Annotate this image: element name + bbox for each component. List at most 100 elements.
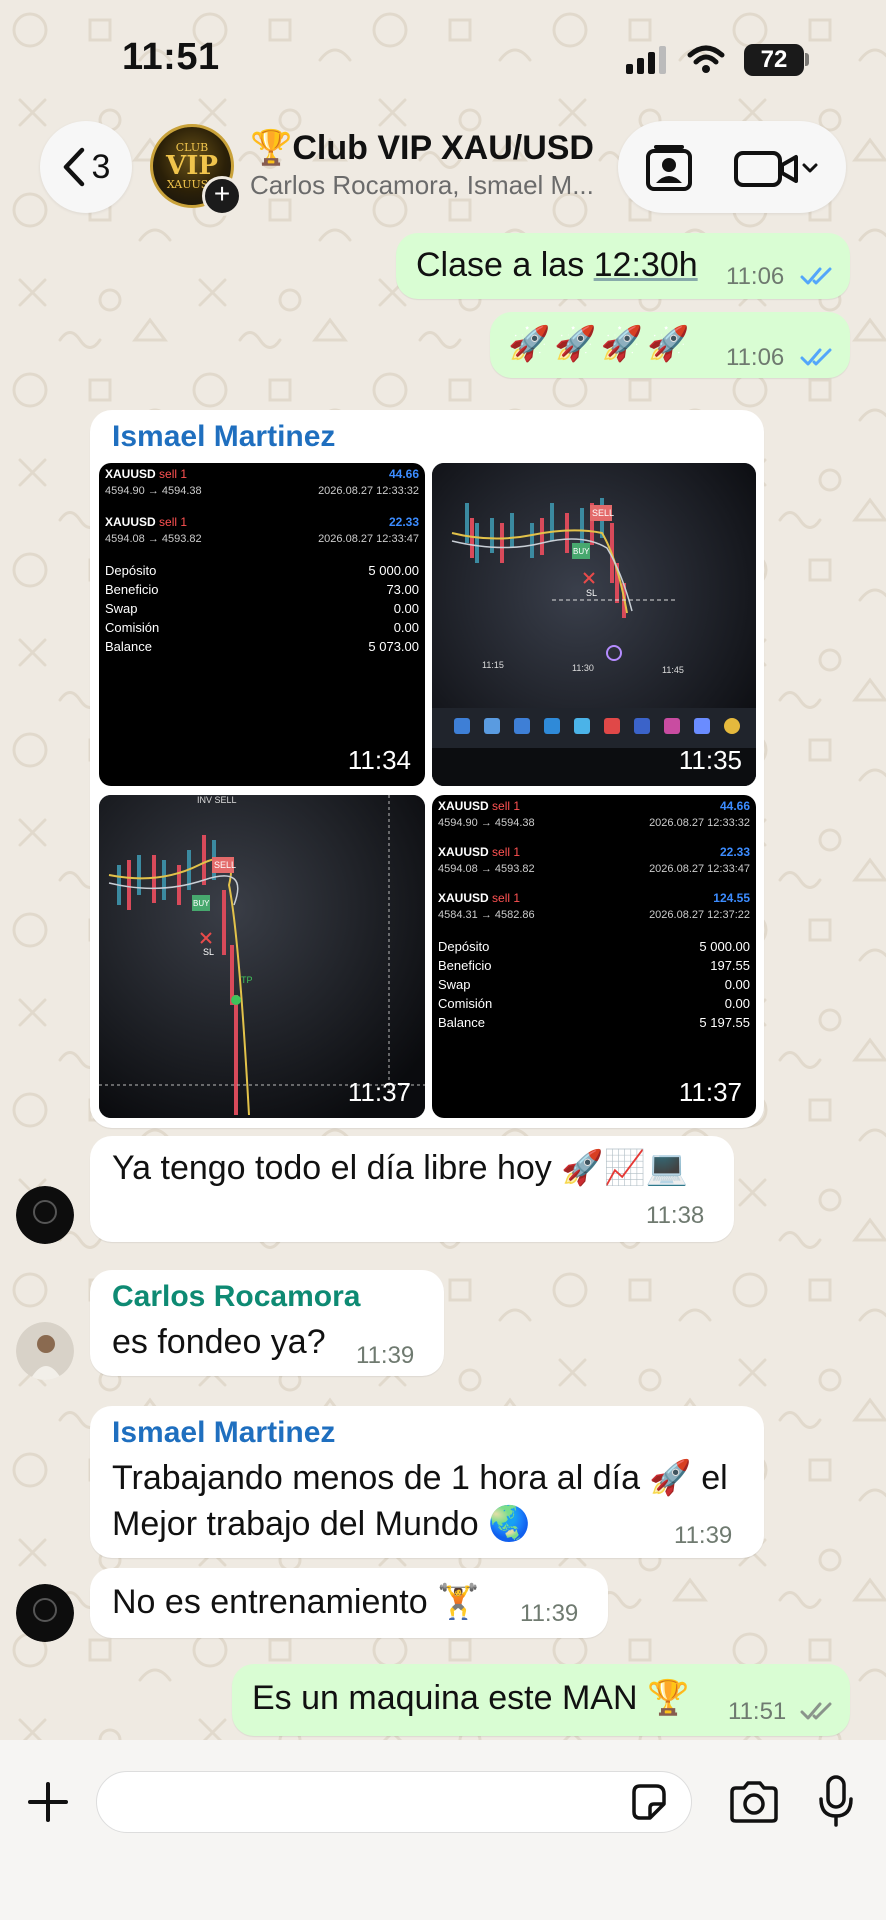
photo-album-message[interactable]: Ismael Martinez XAUUSD sell 1 44.66 4594.… [90,410,764,1128]
chart-photo: INV SELL SELL BUY SL TP [99,795,425,1118]
video-call-icon[interactable] [734,149,824,189]
trade-symbol: XAUUSD [105,515,156,529]
cellular-signal-icon [626,46,666,74]
trade-profit: 124.55 [713,891,750,905]
trade-date: 2026.08.27 12:33:32 [649,817,750,829]
trade-side: sell 1 [492,845,521,859]
chart-sl-label: SL [586,588,597,598]
outgoing-message[interactable]: Clase a las 12:30h 11:06 [396,233,850,299]
outgoing-message[interactable]: 🚀🚀🚀🚀 11:06 [490,312,850,378]
microphone-icon[interactable] [818,1774,854,1828]
summary-value: 0.00 [724,977,750,992]
message-time: 11:06 [726,263,785,290]
trade-symbol: XAUUSD [438,799,489,813]
message-time: 11:06 [726,344,785,371]
summary-key: Swap [438,977,471,992]
camera-icon[interactable] [728,1780,780,1824]
trade-date: 2026.08.27 12:33:47 [318,533,419,545]
summary-value: 5 197.55 [699,1015,750,1030]
avatar[interactable] [16,1186,74,1244]
summary-key: Comisión [105,620,160,635]
header-actions [618,121,846,213]
avatar-text-2: VIP [166,151,218,181]
read-ticks-icon [800,267,832,285]
unread-count: 3 [91,147,111,186]
time-link[interactable]: 12:30h [594,246,698,284]
avatar[interactable] [16,1584,74,1642]
trade-side: sell 1 [159,467,188,481]
trade-prices: 4594.90 → 4594.38 [105,485,202,497]
incoming-message[interactable]: No es entrenamiento 🏋️ 11:39 [90,1568,608,1638]
summary-value: 5 000.00 [699,939,750,954]
summary-value: 5 000.00 [368,563,419,578]
summary-value: 73.00 [386,582,419,597]
trade-side: sell 1 [159,515,188,529]
photo-time: 11:37 [678,1077,742,1107]
chat-title-text: Club VIP XAU/USD [292,129,594,167]
chat-title[interactable]: 🏆Club VIP XAU/USD [250,128,594,168]
trade-report: XAUUSD sell 1 44.66 4594.90 → 4594.38 2026… [432,795,756,1118]
message-text: No es entrenamiento 🏋️ [112,1583,480,1621]
chart-tick-label: 11:15 [482,660,504,670]
summary-value: 5 073.00 [368,639,419,654]
chart-inv-label: INV SELL [197,795,237,805]
sticker-icon[interactable] [628,1782,668,1822]
photo-time: 11:37 [347,1077,411,1107]
incoming-message[interactable]: Ismael Martinez Trabajando menos de 1 ho… [90,1406,764,1558]
album-photo[interactable]: INV SELL SELL BUY SL TP 11:37 [99,795,425,1118]
chart-buy-label: BUY [573,547,590,556]
delivered-ticks-icon [800,1702,832,1720]
trade-symbol: XAUUSD [105,467,156,481]
summary-value: 0.00 [393,601,419,616]
trade-date: 2026.08.27 12:33:32 [318,485,419,497]
trade-profit: 44.66 [388,467,419,481]
trade-date: 2026.08.27 12:33:47 [649,863,750,875]
read-ticks-icon [800,348,832,366]
trade-prices: 4594.90 → 4594.38 [438,817,535,829]
battery-indicator: 72 [744,44,804,76]
incoming-message[interactable]: Carlos Rocamora es fondeo ya? 11:39 [90,1270,444,1376]
avatar[interactable] [16,1322,74,1380]
contact-card-icon[interactable] [644,143,694,193]
summary-key: Comisión [438,996,493,1011]
chart-sell-label: SELL [214,860,236,870]
album-photo[interactable]: XAUUSD sell 1 44.66 4594.90 → 4594.38 2026… [99,463,425,786]
trade-prices: 4594.08 → 4593.82 [105,533,202,545]
battery-tip [805,53,809,66]
incoming-message[interactable]: Ya tengo todo el día libre hoy 🚀📈💻 11:38 [90,1136,734,1242]
trade-prices: 4584.31 → 4582.86 [438,909,535,921]
trade-profit: 22.33 [719,845,750,859]
sender-name[interactable]: Carlos Rocamora [112,1278,360,1316]
message-time: 11:38 [646,1202,705,1229]
summary-key: Swap [105,601,138,616]
album-photo[interactable]: SELL BUY SL 11:15 11:30 11:45 11:35 [432,463,756,786]
outgoing-message[interactable]: Es un maquina este MAN 🏆 11:51 [232,1664,850,1736]
message-time: 11:51 [728,1698,787,1725]
trade-prices: 4594.08 → 4593.82 [438,863,535,875]
trade-report: XAUUSD sell 1 44.66 4594.90 → 4594.38 2026… [99,463,425,786]
message-text: Clase a las 12:30h [416,243,698,287]
sender-name[interactable]: Ismael Martinez [112,418,335,456]
message-text: Ya tengo todo el día libre hoy 🚀📈💻 [112,1149,689,1187]
message-input[interactable] [96,1771,692,1833]
chat-participants[interactable]: Carlos Rocamora, Ismael M... [250,170,594,201]
trade-side: sell 1 [492,799,521,813]
summary-value: 0.00 [724,996,750,1011]
add-participant-icon[interactable]: + [202,176,242,216]
album-photo[interactable]: XAUUSD sell 1 44.66 4594.90 → 4594.38 2026… [432,795,756,1118]
trade-profit: 44.66 [719,799,750,813]
trade-symbol: XAUUSD [438,891,489,905]
sender-name[interactable]: Ismael Martinez [112,1414,335,1452]
plus-icon[interactable] [26,1780,70,1824]
chart-sell-label: SELL [592,508,614,518]
back-button[interactable]: 3 [40,121,132,213]
message-text-line: Trabajando menos de 1 hora al día 🚀 el [112,1459,728,1497]
summary-key: Depósito [105,563,157,578]
message-text-line: Mejor trabajo del Mundo 🌏 [112,1505,531,1543]
message-time: 11:39 [520,1600,579,1627]
trade-side: sell 1 [492,891,521,905]
photo-time: 11:35 [678,745,742,775]
chart-tp-label: TP [241,975,253,985]
chart-tick-label: 11:30 [572,663,594,673]
trade-symbol: XAUUSD [438,845,489,859]
